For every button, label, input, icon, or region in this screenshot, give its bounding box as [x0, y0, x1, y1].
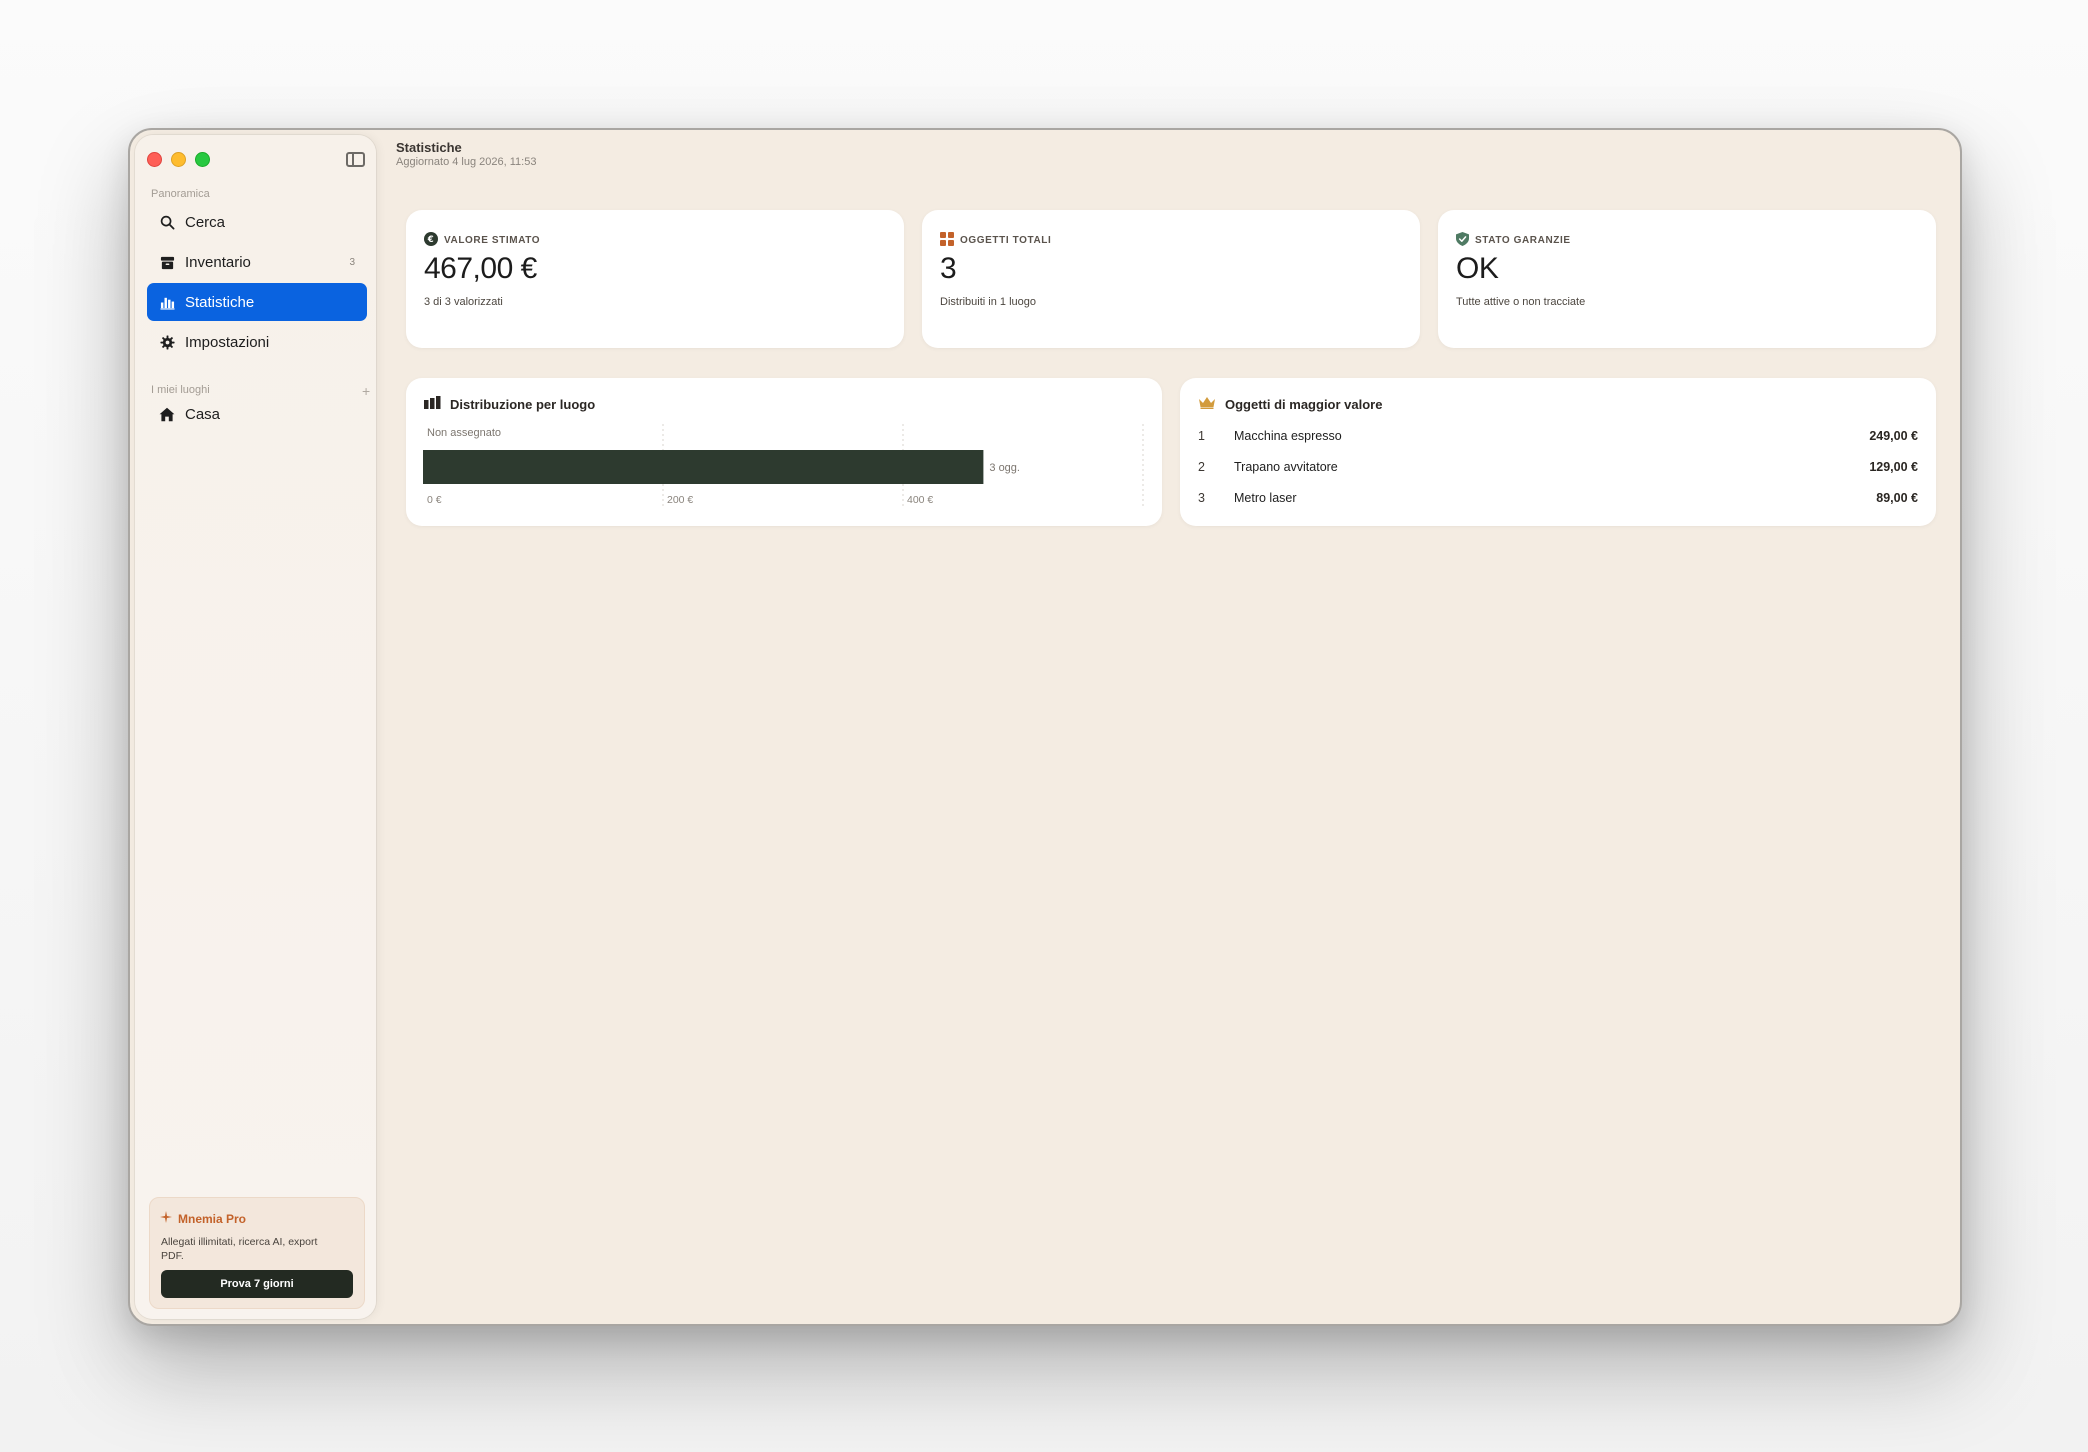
- sidebar-item-label: Casa: [185, 405, 221, 423]
- top-item-row[interactable]: 2 Trapano avvitatore 129,00 €: [1198, 457, 1918, 477]
- section-label-overview: Panoramica: [151, 188, 210, 200]
- item-count-badge: 3: [349, 256, 355, 268]
- top-items-panel: Oggetti di maggior valore 1 Macchina esp…: [1180, 378, 1936, 526]
- distribution-chart: Non assegnato 3 ogg. 0 € 200 € 400 €: [423, 424, 1144, 506]
- stat-value: 3: [940, 252, 957, 285]
- item-value: 129,00 €: [1869, 460, 1918, 474]
- sidebar-item-cerca[interactable]: Cerca: [147, 203, 367, 241]
- house-icon: [159, 406, 175, 422]
- tick-label: 200 €: [667, 494, 693, 506]
- sidebar-item-label: Statistiche: [185, 293, 255, 311]
- svg-text:€: €: [427, 235, 435, 245]
- stat-card-items: OGGETTI TOTALI 3 Distribuiti in 1 luogo: [922, 210, 1420, 348]
- last-updated-text: Aggiornato 4 lug 2026, 11:53: [396, 156, 537, 168]
- tick-label: 400 €: [907, 494, 933, 506]
- rank-number: 2: [1198, 460, 1205, 474]
- page-title: Statistiche: [396, 140, 462, 155]
- distribution-panel: Distribuzione per luogo Non assegnato 3 o…: [406, 378, 1162, 526]
- pro-description: Allegati illimitati, ricerca AI, export …: [161, 1236, 318, 1262]
- sidebar-item-label: Cerca: [185, 213, 226, 231]
- archive-icon: [159, 254, 175, 270]
- sparkle-icon: [160, 1211, 172, 1226]
- tick-label: 0 €: [427, 494, 442, 506]
- item-name: Metro laser: [1234, 491, 1297, 505]
- pro-upgrade-card: Mnemia Pro Allegati illimitati, ricerca …: [149, 1197, 365, 1309]
- item-value: 249,00 €: [1869, 429, 1918, 443]
- app-window: Panoramica Cerca Inventario 3 Statistich…: [128, 128, 1962, 1326]
- stat-card-value: € VALORE STIMATO 467,00 € 3 di 3 valoriz…: [406, 210, 904, 348]
- sidebar-item-casa[interactable]: Casa: [147, 395, 367, 433]
- stat-footnote: Distribuiti in 1 luogo: [940, 296, 1036, 308]
- stat-footnote: Tutte attive o non tracciate: [1456, 296, 1586, 308]
- stat-value: OK: [1456, 252, 1499, 285]
- try-pro-button[interactable]: Prova 7 giorni: [161, 1270, 353, 1298]
- sidebar-item-impostazioni[interactable]: Impostazioni: [147, 323, 367, 361]
- grid-icon: [940, 232, 954, 249]
- top-item-row[interactable]: 1 Macchina espresso 249,00 €: [1198, 426, 1918, 446]
- sidebar-item-label: Inventario: [185, 253, 251, 271]
- stat-label: OGGETTI TOTALI: [940, 232, 1051, 249]
- close-window-button[interactable]: [147, 152, 162, 167]
- rank-number: 3: [1198, 491, 1205, 505]
- gear-icon: [159, 334, 175, 350]
- shield-check-icon: [1456, 232, 1469, 249]
- sidebar: Panoramica Cerca Inventario 3 Statistich…: [135, 135, 376, 1319]
- panel-title: Oggetti di maggior valore: [1198, 396, 1382, 412]
- pro-title-text: Mnemia Pro: [178, 1211, 247, 1226]
- stat-label: STATO GARANZIE: [1456, 232, 1571, 249]
- top-item-row[interactable]: 3 Metro laser 89,00 €: [1198, 488, 1918, 508]
- rank-number: 1: [1198, 429, 1205, 443]
- item-name: Macchina espresso: [1234, 429, 1342, 443]
- euro-icon: €: [424, 232, 438, 249]
- crown-icon: [1198, 396, 1216, 412]
- stat-label: € VALORE STIMATO: [424, 232, 540, 249]
- pro-title: Mnemia Pro: [160, 1211, 246, 1226]
- zoom-window-button[interactable]: [195, 152, 210, 167]
- search-icon: [159, 214, 175, 230]
- bar-chart-icon: [159, 294, 175, 310]
- stat-footnote: 3 di 3 valorizzati: [424, 296, 503, 308]
- minimize-window-button[interactable]: [171, 152, 186, 167]
- category-label: Non assegnato: [427, 427, 501, 439]
- item-name: Trapano avvitatore: [1234, 460, 1338, 474]
- sidebar-item-statistiche[interactable]: Statistiche: [147, 283, 367, 321]
- sidebar-item-inventario[interactable]: Inventario 3: [147, 243, 367, 281]
- stat-value: 467,00 €: [424, 252, 537, 285]
- sidebar-item-label: Impostazioni: [185, 333, 270, 351]
- sidebar-toggle-icon[interactable]: [346, 152, 365, 167]
- bar-data-label: 3 ogg.: [989, 462, 1020, 474]
- stat-card-warranty: STATO GARANZIE OK Tutte attive o non tra…: [1438, 210, 1936, 348]
- bar: [423, 450, 984, 484]
- item-value: 89,00 €: [1876, 491, 1918, 505]
